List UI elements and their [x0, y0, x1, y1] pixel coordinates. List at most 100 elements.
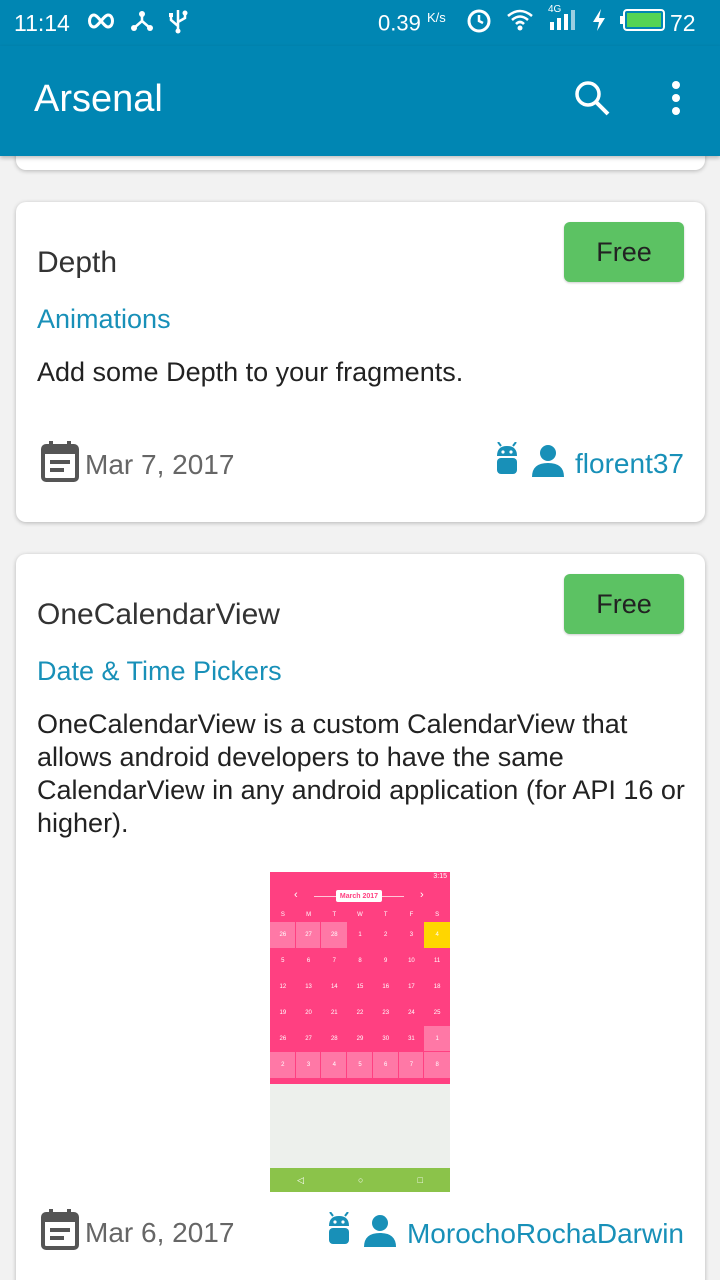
- preview-weekday: W: [357, 912, 363, 918]
- preview-weekday: M: [306, 912, 312, 918]
- search-button[interactable]: [570, 78, 614, 122]
- preview-day-cell: 24: [408, 1010, 415, 1016]
- preview-day-cell: 1: [358, 932, 362, 938]
- card-category[interactable]: Date & Time Pickers: [37, 656, 282, 687]
- preview-day-cell: 21: [330, 1010, 338, 1016]
- preview-day-cell: 5: [346, 1051, 374, 1079]
- price-button[interactable]: Free: [564, 222, 684, 282]
- preview-day-cell: 4: [320, 1051, 349, 1079]
- preview-day-cell: 2: [384, 932, 388, 938]
- preview-day-cell: 30: [382, 1036, 390, 1042]
- preview-day-cell: 15: [356, 984, 364, 990]
- preview-calendar: 3:15 ‹ March 2017 › S M T W T F S 26 27 28 1 2 3 4 5 6 7…: [270, 872, 450, 1084]
- preview-day-cell: 26: [279, 1036, 287, 1042]
- preview-day-cell: 31: [408, 1036, 415, 1042]
- preview-day-cell: 4: [424, 922, 450, 948]
- android-icon: [325, 1211, 353, 1255]
- infinity-icon: [86, 11, 116, 37]
- more-options-button[interactable]: [654, 78, 698, 122]
- card-date: Mar 7, 2017: [41, 440, 234, 489]
- preview-line: [314, 896, 336, 897]
- date-text: Mar 6, 2017: [85, 1216, 235, 1248]
- usb-icon: [168, 8, 188, 40]
- library-preview-image[interactable]: 3:15 ‹ March 2017 › S M T W T F S 26 27 28 1 2 3 4 5 6 7…: [270, 872, 450, 1192]
- preview-line: [382, 896, 404, 897]
- preview-day-cell: 3: [294, 1051, 323, 1079]
- preview-weekday: T: [332, 912, 337, 918]
- card-author[interactable]: florent37: [493, 441, 684, 485]
- card-author[interactable]: MorochoRochaDarwin: [325, 1211, 684, 1255]
- share-icon: [130, 9, 154, 39]
- preview-month: March 2017: [336, 890, 382, 902]
- preview-weekday: S: [435, 912, 440, 918]
- card-description: Add some Depth to your fragments.: [37, 357, 464, 387]
- preview-day-cell: 19: [279, 1010, 287, 1016]
- preview-day-cell: 9: [384, 958, 388, 964]
- library-card[interactable]: Depth Free Animations Add some Depth to …: [16, 202, 705, 522]
- preview-next-icon: ›: [420, 889, 424, 901]
- search-icon: [573, 79, 611, 122]
- preview-day-cell: 20: [305, 1010, 312, 1016]
- preview-day-cell: 26: [270, 921, 297, 949]
- preview-weekday: T: [383, 912, 388, 918]
- person-icon: [363, 1213, 397, 1254]
- author-name: florent37: [575, 447, 684, 479]
- preview-day-cell: 6: [371, 1051, 400, 1079]
- status-time: 11:14: [14, 10, 70, 36]
- preview-day-cell: 28: [330, 1036, 338, 1042]
- preview-day-cell: 14: [330, 984, 338, 990]
- person-icon: [531, 443, 565, 484]
- status-bar: 11:14 0.39 K/s 4G 72: [0, 0, 720, 46]
- preview-day-grid: S M T W T F S 26 27 28 1 2 3 4 5 6 7 8 9 10 11 12 13 14 15 16 17 18…: [270, 908, 450, 1079]
- calendar-icon: [41, 440, 79, 489]
- calendar-icon: [41, 1208, 79, 1257]
- preview-day-cell: 29: [356, 1036, 364, 1042]
- preview-day-cell: 28: [320, 921, 349, 949]
- preview-day-cell: 17: [408, 984, 415, 990]
- preview-day-cell: 2: [270, 1051, 297, 1079]
- preview-weekday: F: [409, 912, 414, 918]
- back-icon: ◁: [297, 1174, 304, 1185]
- card-category[interactable]: Animations: [37, 304, 171, 335]
- battery-level: 72: [670, 9, 696, 36]
- preview-day-cell: 22: [356, 1010, 364, 1016]
- preview-day-cell: 1: [423, 1025, 450, 1053]
- preview-day-cell: 7: [397, 1051, 426, 1079]
- preview-day-cell: 6: [306, 958, 311, 964]
- card-title: OneCalendarView: [37, 598, 280, 631]
- preview-day-cell: 13: [305, 984, 312, 990]
- android-icon: [493, 441, 521, 485]
- signal-icon: 4G: [548, 4, 578, 38]
- home-icon: ○: [358, 1175, 364, 1185]
- card-title: Depth: [37, 246, 118, 279]
- wifi-icon: [506, 8, 534, 38]
- charging-icon: [592, 8, 606, 38]
- battery-icon: [620, 8, 666, 38]
- preview-nav-bar: ◁ ○ □: [270, 1168, 450, 1192]
- preview-day-cell: 18: [433, 984, 441, 990]
- preview-status-bar: 3:15: [270, 872, 450, 884]
- preview-day-cell: 7: [332, 958, 336, 964]
- more-vert-icon: [671, 80, 681, 121]
- preview-day-cell: 25: [433, 1010, 441, 1016]
- preview-day-cell: 27: [294, 921, 323, 949]
- preview-day-cell: 5: [281, 958, 285, 964]
- preview-day-cell: 23: [382, 1010, 390, 1016]
- preview-day-cell: 8: [423, 1051, 450, 1079]
- price-button[interactable]: Free: [564, 574, 684, 634]
- library-card[interactable]: OneCalendarView Free Date & Time Pickers…: [16, 554, 705, 1280]
- preview-day-cell: 8: [358, 958, 362, 964]
- preview-day-cell: 10: [408, 958, 415, 964]
- preview-weekday: S: [280, 912, 285, 918]
- app-bar: Arsenal: [0, 46, 720, 156]
- preview-day-cell: 11: [434, 958, 441, 964]
- card-date: Mar 6, 2017: [41, 1208, 234, 1257]
- recents-icon: □: [417, 1175, 423, 1185]
- date-text: Mar 7, 2017: [85, 448, 235, 480]
- preview-prev-icon: ‹: [294, 889, 298, 901]
- author-name: MorochoRochaDarwin: [406, 1217, 684, 1249]
- alarm-icon: [466, 7, 492, 39]
- card-description: OneCalendarView is a custom CalendarView…: [37, 709, 685, 838]
- preview-day-cell: 12: [279, 984, 287, 990]
- preview-day-cell: 16: [382, 984, 390, 990]
